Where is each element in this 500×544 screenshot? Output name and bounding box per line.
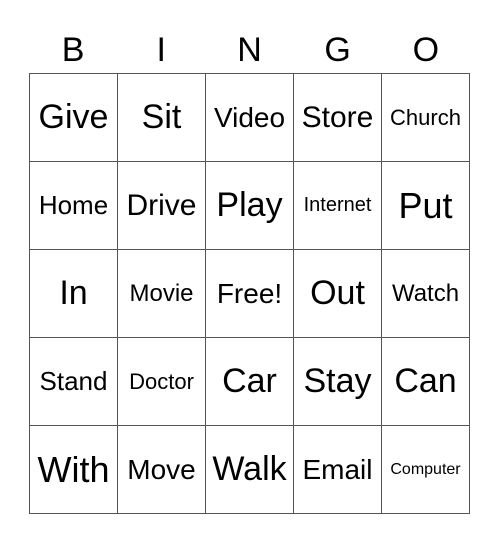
bingo-cell: Drive (118, 162, 206, 250)
bingo-cell: With (30, 426, 118, 514)
bingo-cell: Email (294, 426, 382, 514)
bingo-cell: Walk (206, 426, 294, 514)
bingo-cell: Give (30, 74, 118, 162)
bingo-cell: In (30, 250, 118, 338)
bingo-cell: Movie (118, 250, 206, 338)
bingo-cell: Can (382, 338, 470, 426)
free-space-cell: Free! (206, 250, 294, 338)
bingo-cell: Watch (382, 250, 470, 338)
bingo-cell: Church (382, 74, 470, 162)
bingo-cell: Store (294, 74, 382, 162)
bingo-cell: Out (294, 250, 382, 338)
bingo-cell: Internet (294, 162, 382, 250)
bingo-card-grid: Give Sit Video Store Church Home Drive P… (29, 73, 470, 514)
bingo-cell: Doctor (118, 338, 206, 426)
bingo-cell: Stand (30, 338, 118, 426)
bingo-header: B I N G O (29, 28, 470, 72)
bingo-cell: Stay (294, 338, 382, 426)
header-letter-b: B (61, 31, 85, 69)
bingo-cell: Car (206, 338, 294, 426)
header-letter-n: N (237, 31, 262, 69)
bingo-cell: Play (206, 162, 294, 250)
header-letter-o: O (412, 31, 440, 69)
bingo-cell: Video (206, 74, 294, 162)
bingo-cell: Move (118, 426, 206, 514)
header-letter-i: I (156, 31, 166, 69)
bingo-cell: Computer (382, 426, 470, 514)
header-letter-g: G (324, 31, 351, 69)
bingo-cell: Put (382, 162, 470, 250)
bingo-cell: Sit (118, 74, 206, 162)
bingo-cell: Home (30, 162, 118, 250)
